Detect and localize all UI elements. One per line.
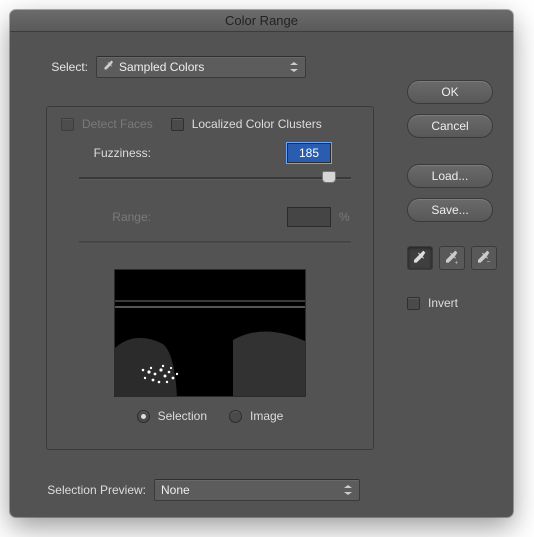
select-value: Sampled Colors	[119, 60, 204, 74]
localized-clusters-checkbox[interactable]: Localized Color Clusters	[171, 117, 322, 131]
invert-checkbox[interactable]: Invert	[407, 296, 497, 310]
eyedropper-add-tool[interactable]: +	[439, 246, 465, 270]
image-label: Image	[250, 409, 283, 423]
load-button[interactable]: Load...	[407, 164, 493, 188]
preview-image	[114, 269, 306, 397]
radio-icon	[137, 410, 150, 423]
select-dropdown[interactable]: Sampled Colors	[96, 56, 306, 78]
chevron-down-icon	[289, 61, 299, 73]
titlebar[interactable]: Color Range	[10, 10, 513, 32]
window-title: Color Range	[225, 13, 298, 28]
fuzziness-label: Fuzziness:	[61, 146, 151, 160]
eyedropper-icon	[103, 60, 115, 75]
checkbox-icon	[61, 118, 74, 131]
save-button[interactable]: Save...	[407, 198, 493, 222]
button-column: OK Cancel Load... Save... + − Invert	[407, 80, 497, 310]
ok-button[interactable]: OK	[407, 80, 493, 104]
preview-mode-selection[interactable]: Selection	[137, 409, 207, 423]
options-panel: Detect Faces Localized Color Clusters Fu…	[46, 106, 374, 450]
eyedropper-tools: + −	[407, 246, 497, 270]
range-input	[287, 207, 331, 227]
fuzziness-slider[interactable]	[79, 169, 351, 187]
cancel-button[interactable]: Cancel	[407, 114, 493, 138]
selection-label: Selection	[158, 409, 207, 423]
localized-label: Localized Color Clusters	[192, 117, 322, 131]
detect-faces-label: Detect Faces	[82, 117, 153, 131]
slider-track	[79, 241, 351, 243]
preview-mode-image[interactable]: Image	[229, 409, 283, 423]
invert-label: Invert	[428, 296, 458, 310]
checkbox-icon	[407, 297, 420, 310]
select-label: Select:	[26, 60, 88, 74]
svg-text:+: +	[455, 261, 459, 266]
eyedropper-tool[interactable]	[407, 246, 433, 270]
selection-preview-label: Selection Preview:	[26, 483, 146, 497]
fuzziness-input[interactable]: 185	[287, 143, 331, 163]
range-label: Range:	[61, 210, 151, 224]
slider-track	[79, 177, 351, 179]
color-range-dialog: Color Range Select: Sampled Colors	[10, 10, 513, 517]
detect-faces-checkbox: Detect Faces	[61, 117, 153, 131]
selection-preview-value: None	[161, 483, 190, 497]
chevron-down-icon	[343, 484, 353, 496]
checkbox-icon	[171, 118, 184, 131]
slider-thumb[interactable]	[322, 171, 336, 183]
radio-icon	[229, 410, 242, 423]
range-suffix: %	[339, 210, 359, 224]
content: Select: Sampled Colors Detect Faces	[10, 32, 513, 517]
eyedropper-subtract-tool[interactable]: −	[471, 246, 497, 270]
svg-text:−: −	[487, 259, 491, 266]
selection-preview-dropdown[interactable]: None	[154, 479, 360, 501]
range-slider	[79, 233, 351, 251]
